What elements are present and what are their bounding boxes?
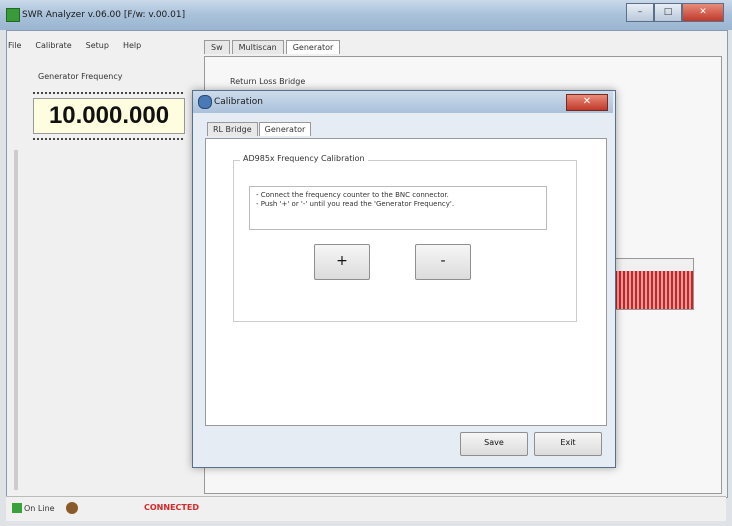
- main-tabs: Sw Multiscan Generator: [204, 40, 342, 54]
- menu-help[interactable]: Help: [123, 41, 141, 55]
- tab-generator[interactable]: Generator: [285, 40, 341, 54]
- instructions-box: - Connect the frequency counter to the B…: [249, 186, 547, 230]
- dialog-tabs: RL Bridge Generator: [207, 122, 312, 136]
- frequency-bar-graph: [614, 258, 694, 310]
- menubar: File Calibrate Setup Help: [8, 41, 141, 55]
- tab-rl-bridge[interactable]: RL Bridge: [207, 122, 258, 136]
- connection-status: CONNECTED: [144, 503, 199, 512]
- minimize-button[interactable]: –: [626, 3, 654, 22]
- instruction-line: - Push '+' or '-' until you read the 'Ge…: [256, 200, 455, 208]
- generator-frequency-display[interactable]: 10.000.000: [33, 98, 185, 134]
- status-bar: [6, 496, 726, 521]
- dialog-title: Calibration: [214, 97, 263, 107]
- increase-frequency-button[interactable]: +: [314, 244, 370, 280]
- tab-multiscan[interactable]: Multiscan: [231, 40, 284, 54]
- decrease-frequency-button[interactable]: -: [415, 244, 471, 280]
- menu-file[interactable]: File: [8, 41, 21, 55]
- online-status-label: On Line: [24, 504, 55, 513]
- left-panel-divider: [14, 150, 18, 490]
- close-button[interactable]: ✕: [682, 3, 724, 22]
- dialog-close-button[interactable]: ✕: [566, 94, 608, 111]
- tab-generator-calibration[interactable]: Generator: [258, 122, 312, 136]
- exit-button[interactable]: Exit: [534, 432, 602, 456]
- menu-calibrate[interactable]: Calibrate: [35, 41, 71, 55]
- save-button[interactable]: Save: [460, 432, 528, 456]
- window-title: SWR Analyzer v.06.00 [F/w: v.00.01]: [22, 10, 186, 20]
- calibration-group-label: AD985x Frequency Calibration: [240, 154, 368, 163]
- calibration-icon: [198, 95, 212, 109]
- device-icon: [66, 502, 78, 514]
- maximize-button[interactable]: □: [654, 3, 682, 22]
- online-icon: [12, 503, 22, 513]
- menu-setup[interactable]: Setup: [86, 41, 109, 55]
- tab-sw[interactable]: Sw: [204, 40, 230, 54]
- calibration-group-box: [233, 160, 577, 322]
- instruction-line: - Connect the frequency counter to the B…: [256, 191, 449, 199]
- app-icon: [6, 8, 20, 22]
- generator-frequency-label: Generator Frequency: [38, 72, 123, 81]
- return-loss-bridge-label: Return Loss Bridge: [230, 77, 306, 86]
- digit-indicator-top: [33, 92, 183, 96]
- window-controls: – □ ✕: [626, 3, 724, 22]
- digit-indicator-bottom: [33, 138, 183, 142]
